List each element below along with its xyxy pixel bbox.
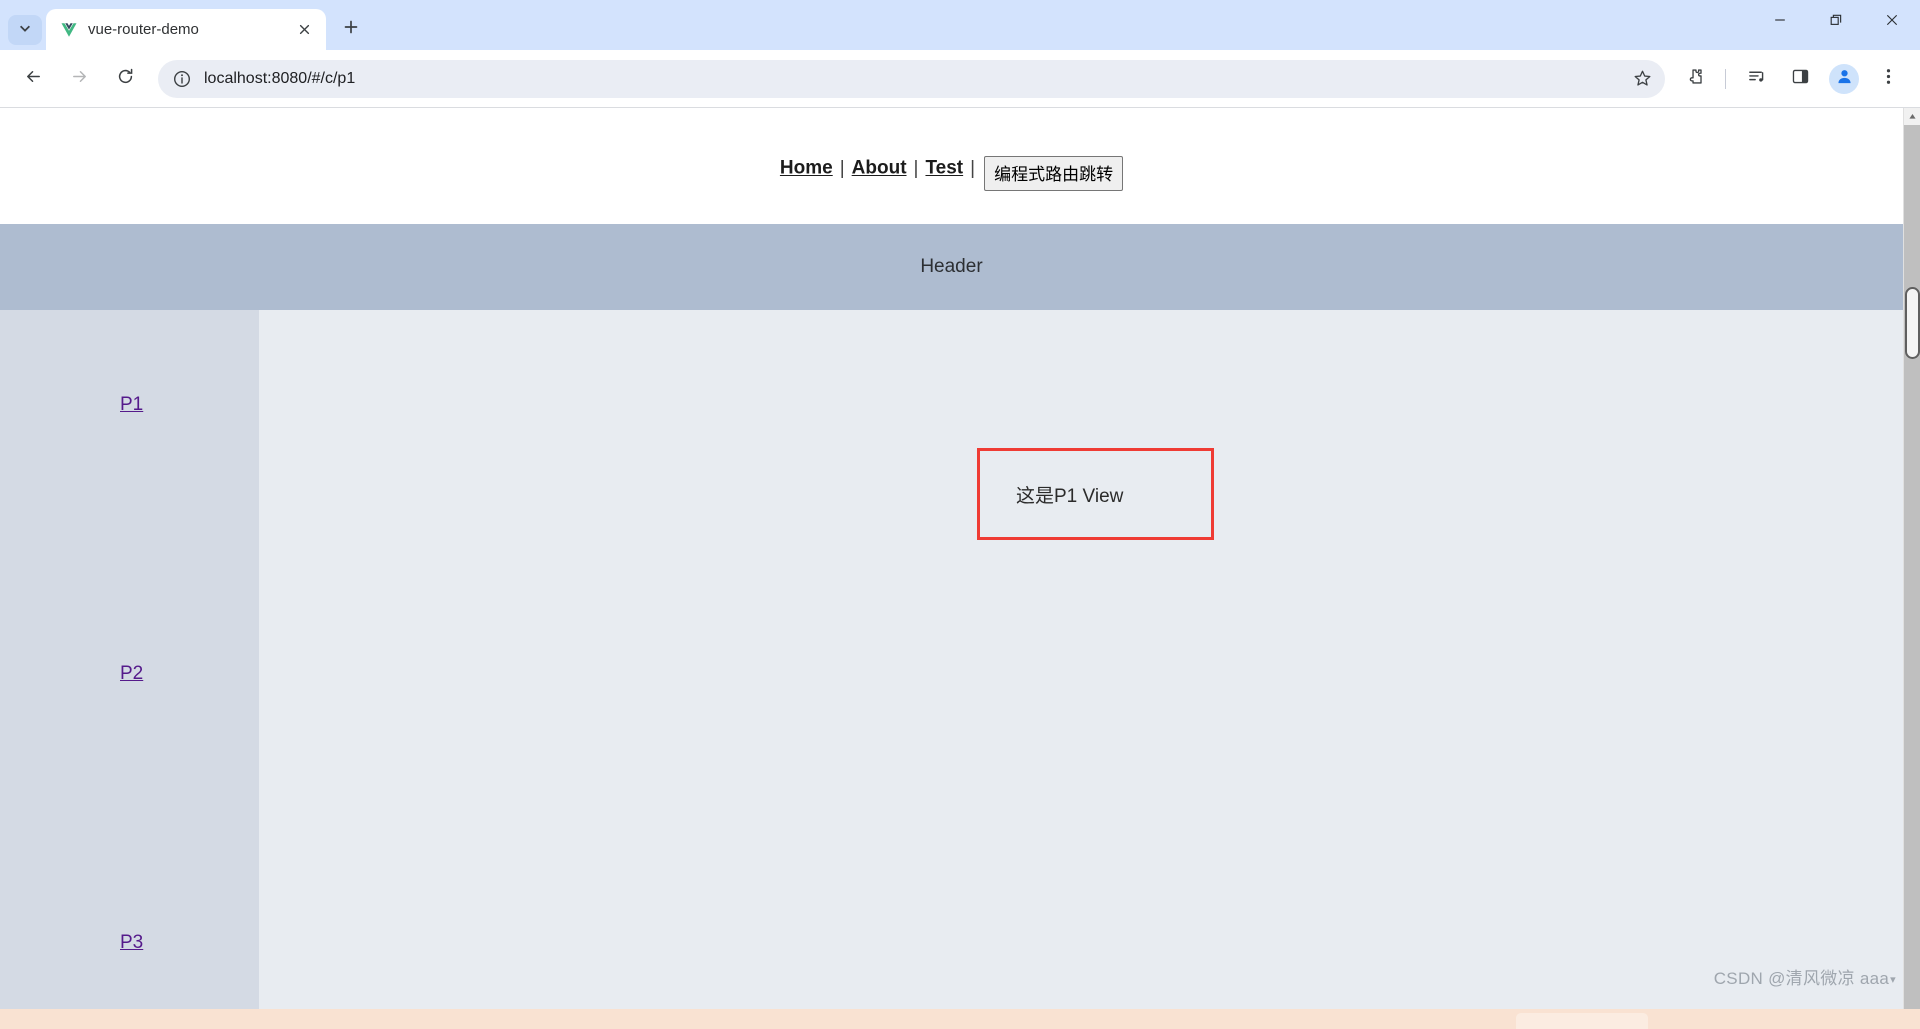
close-icon bbox=[1885, 13, 1899, 32]
watermark-text: CSDN @清风微凉 aaa bbox=[1713, 969, 1890, 988]
plus-icon bbox=[343, 19, 359, 40]
browser-tab[interactable]: vue-router-demo bbox=[46, 9, 326, 50]
layout-main-content: 这是P1 View bbox=[259, 310, 1903, 1009]
chevron-down-icon bbox=[18, 21, 32, 40]
browser-menu-button[interactable] bbox=[1870, 61, 1906, 97]
sidebar-link-p1[interactable]: P1 bbox=[120, 395, 259, 414]
url-text[interactable]: localhost:8080/#/c/p1 bbox=[204, 70, 1625, 88]
reload-icon bbox=[116, 67, 135, 91]
tab-title: vue-router-demo bbox=[88, 21, 199, 38]
window-close-button[interactable] bbox=[1864, 0, 1920, 44]
user-avatar-icon bbox=[1835, 67, 1854, 91]
programmatic-route-button[interactable]: 编程式路由跳转 bbox=[984, 156, 1124, 191]
browser-toolbar: localhost:8080/#/c/p1 bbox=[0, 50, 1920, 108]
p1-view-text: 这是P1 View bbox=[1016, 485, 1124, 507]
nav-separator: | bbox=[913, 157, 919, 179]
nav-separator: | bbox=[970, 157, 976, 179]
nav-link-home[interactable]: Home bbox=[780, 158, 833, 179]
page-vertical-scrollbar[interactable] bbox=[1903, 108, 1920, 1009]
three-dot-menu-icon bbox=[1879, 67, 1898, 91]
address-bar[interactable]: localhost:8080/#/c/p1 bbox=[158, 59, 1665, 98]
new-tab-button[interactable] bbox=[334, 12, 368, 46]
layout-body: P1 P2 P3 这是P1 View bbox=[0, 310, 1903, 1009]
extensions-button[interactable] bbox=[1677, 61, 1713, 97]
arrow-right-icon bbox=[70, 67, 89, 91]
media-control-button[interactable] bbox=[1738, 61, 1774, 97]
profile-button[interactable] bbox=[1829, 63, 1859, 94]
watermark-caret: ▾ bbox=[1890, 974, 1896, 987]
tab-strip: vue-router-demo bbox=[0, 0, 1920, 50]
app-navigation: Home | About | Test | 编程式路由跳转 bbox=[0, 108, 1903, 191]
layout-header: Header bbox=[0, 224, 1903, 310]
side-panel-icon bbox=[1791, 67, 1810, 91]
minimize-icon bbox=[1773, 13, 1787, 32]
tab-search-button[interactable] bbox=[8, 15, 42, 45]
layout-sidebar: P1 P2 P3 bbox=[0, 310, 259, 1009]
window-minimize-button[interactable] bbox=[1752, 0, 1808, 44]
desktop-bottom-strip bbox=[0, 1009, 1920, 1029]
taskbar-window-nub bbox=[1516, 1013, 1648, 1029]
nav-link-about[interactable]: About bbox=[852, 158, 907, 179]
side-panel-button[interactable] bbox=[1782, 61, 1818, 97]
toolbar-divider bbox=[1725, 68, 1726, 89]
p1-view-highlight-box: 这是P1 View bbox=[977, 448, 1214, 540]
restore-icon bbox=[1829, 13, 1843, 32]
layout-header-label: Header bbox=[920, 256, 983, 277]
back-button[interactable] bbox=[15, 61, 51, 97]
reload-button[interactable] bbox=[107, 61, 143, 97]
scrollbar-track[interactable] bbox=[1904, 125, 1920, 1009]
page-viewport: Home | About | Test | 编程式路由跳转 Header P1 … bbox=[0, 108, 1920, 1009]
info-circle-icon[interactable] bbox=[172, 69, 192, 89]
puzzle-piece-icon bbox=[1686, 67, 1705, 91]
nav-link-test[interactable]: Test bbox=[925, 158, 963, 179]
window-restore-button[interactable] bbox=[1808, 0, 1864, 44]
vue-logo-icon bbox=[60, 21, 78, 39]
tab-close-button[interactable] bbox=[292, 18, 316, 42]
nav-separator: | bbox=[839, 157, 845, 179]
bookmark-star-icon[interactable] bbox=[1625, 62, 1659, 96]
browser-window: vue-router-demo localhost:8080/#/c/p1 Ho… bbox=[0, 0, 1920, 1029]
window-controls bbox=[1752, 0, 1920, 44]
scrollbar-thumb[interactable] bbox=[1905, 287, 1920, 359]
scrollbar-up-arrow[interactable] bbox=[1904, 108, 1920, 125]
page-layout: Header P1 P2 P3 这是P1 View bbox=[0, 224, 1903, 1009]
forward-button[interactable] bbox=[61, 61, 97, 97]
arrow-left-icon bbox=[24, 67, 43, 91]
web-page: Home | About | Test | 编程式路由跳转 Header P1 … bbox=[0, 108, 1903, 1009]
watermark: CSDN @清风微凉 aaa▾ bbox=[1714, 964, 1896, 989]
sidebar-link-p3[interactable]: P3 bbox=[120, 933, 259, 952]
triangle-up-icon bbox=[1908, 108, 1917, 126]
sidebar-link-p2[interactable]: P2 bbox=[120, 664, 259, 683]
media-playlist-icon bbox=[1747, 67, 1766, 91]
